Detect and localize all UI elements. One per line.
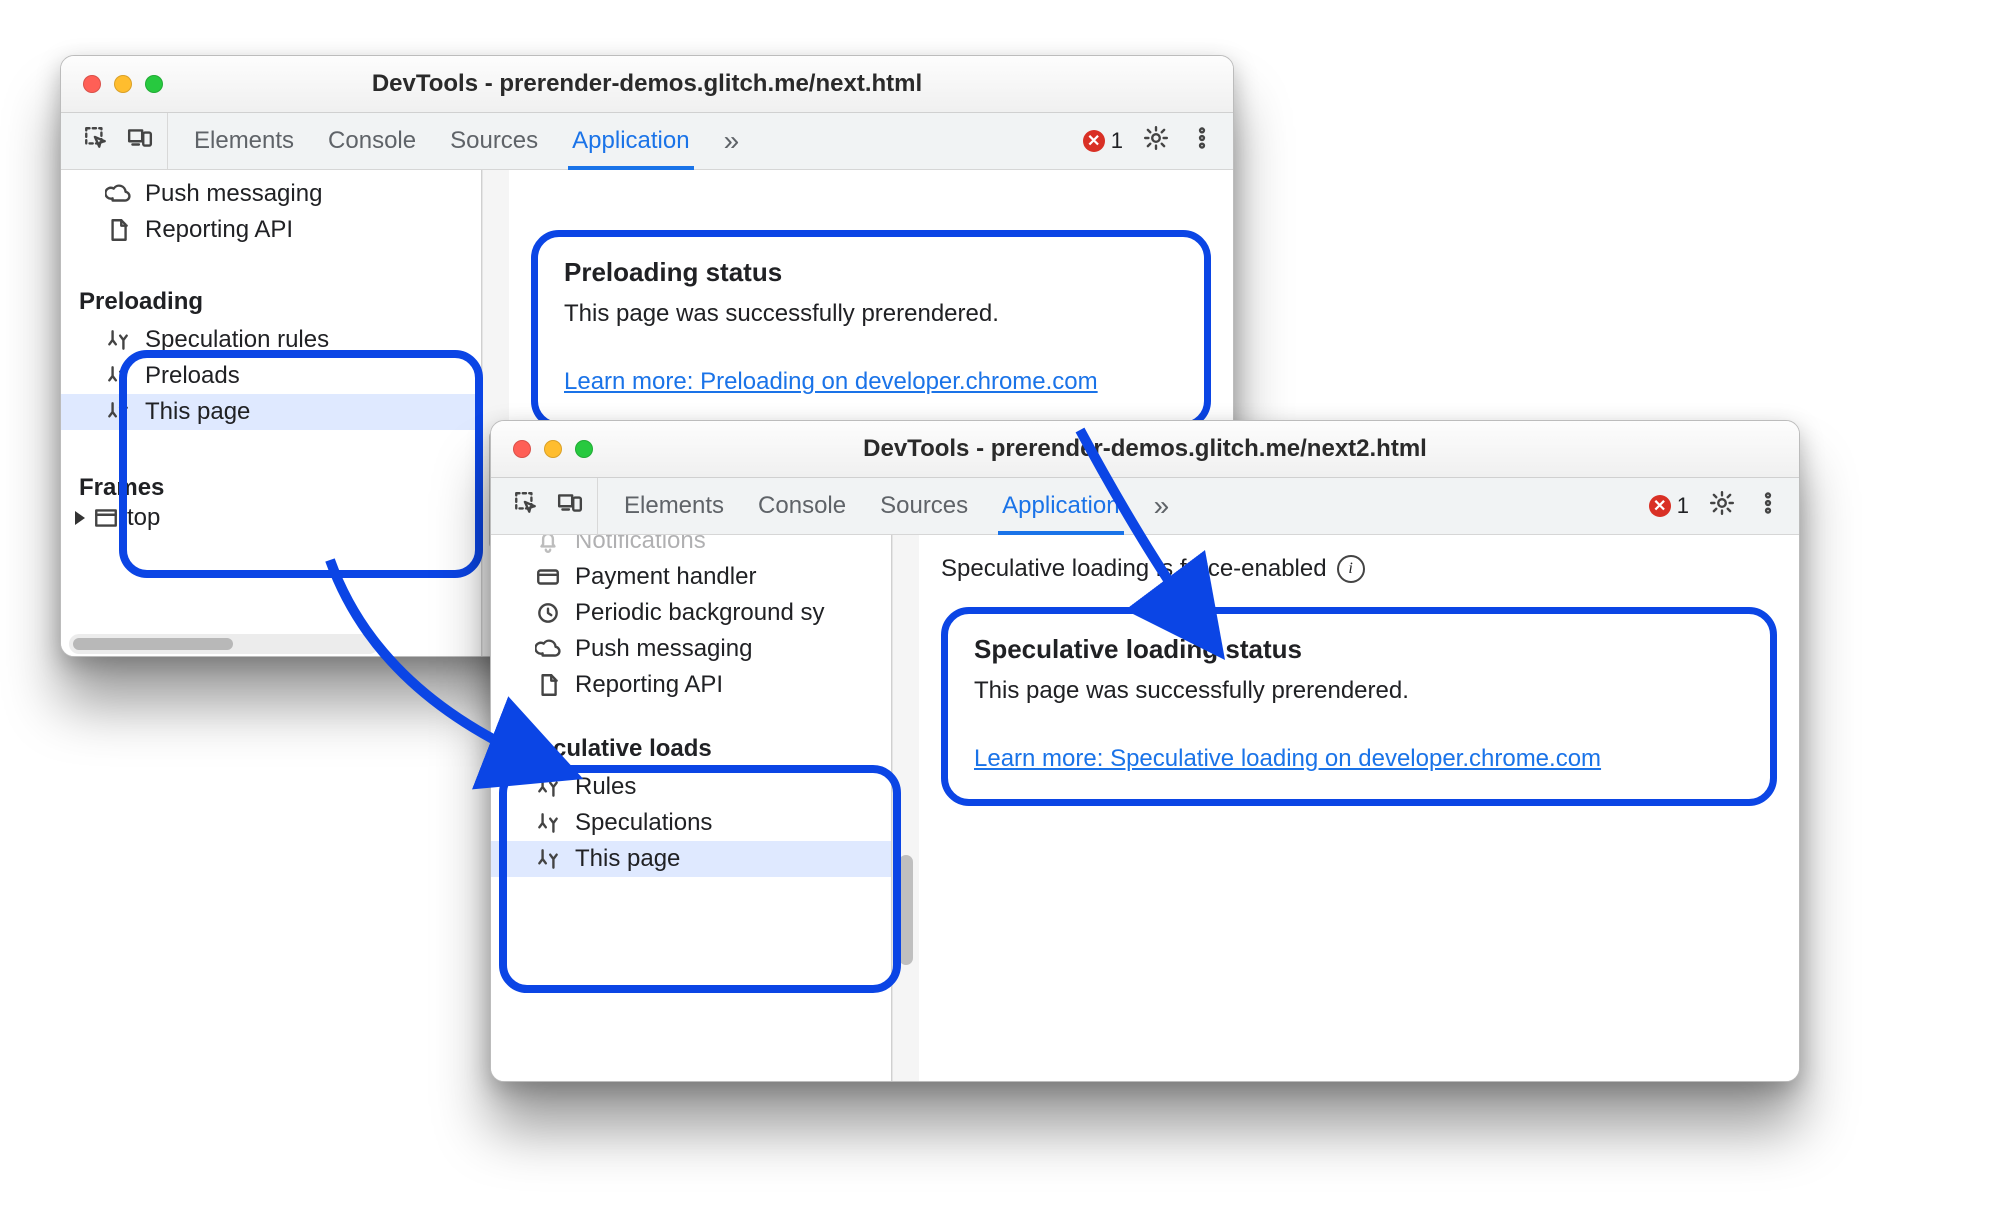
tab-console[interactable]: Console — [328, 127, 416, 155]
learn-more-link[interactable]: Learn more: Speculative loading on devel… — [974, 745, 1601, 772]
learn-more-link[interactable]: Learn more: Preloading on developer.chro… — [564, 368, 1098, 395]
sidebar-section-speculative: Speculative loads — [491, 725, 891, 769]
errors-badge[interactable]: ✕1 — [1649, 493, 1689, 519]
sidebar-item-periodic[interactable]: Periodic background sy — [491, 595, 891, 631]
content-pane: Speculative loading is force-enabled i S… — [919, 535, 1799, 1082]
settings-icon[interactable] — [1143, 125, 1169, 158]
settings-icon[interactable] — [1709, 490, 1735, 523]
status-line: Speculative loading is force-enabled — [941, 555, 1327, 583]
tabs-overflow-icon[interactable]: » — [724, 125, 740, 157]
sidebar-item-rules[interactable]: Rules — [491, 769, 891, 805]
sidebar-item-this-page[interactable]: This page — [491, 841, 891, 877]
tab-elements[interactable]: Elements — [194, 127, 294, 155]
speculative-status-panel: Speculative loading status This page was… — [941, 607, 1777, 806]
sidebar: Push messaging Reporting API Preloading … — [61, 170, 482, 657]
more-icon[interactable] — [1189, 125, 1215, 158]
info-icon[interactable]: i — [1337, 555, 1365, 583]
sidebar-item-payment[interactable]: Payment handler — [491, 559, 891, 595]
window-title: DevTools - prerender-demos.glitch.me/nex… — [61, 70, 1233, 98]
tabs-overflow-icon[interactable]: » — [1154, 490, 1170, 522]
sidebar-item-reporting[interactable]: Reporting API — [61, 212, 481, 248]
panel-heading: Speculative loading status — [974, 634, 1744, 665]
tab-console[interactable]: Console — [758, 492, 846, 520]
sidebar-item-push[interactable]: Push messaging — [491, 631, 891, 667]
sidebar-frame-top[interactable]: top — [61, 504, 481, 538]
inspect-icon[interactable] — [513, 490, 539, 523]
sidebar: Notifications Payment handler Periodic b… — [491, 535, 892, 1082]
chevron-right-icon — [75, 511, 85, 525]
panel-body: This page was successfully prerendered. — [564, 300, 1178, 328]
tab-elements[interactable]: Elements — [624, 492, 724, 520]
device-icon[interactable] — [557, 490, 583, 523]
panel-heading: Preloading status — [564, 257, 1178, 288]
panel-body: This page was successfully prerendered. — [974, 677, 1744, 705]
sidebar-section-frames: Frames — [61, 460, 481, 504]
tab-application[interactable]: Application — [1002, 492, 1119, 520]
tab-sources[interactable]: Sources — [450, 127, 538, 155]
tab-application[interactable]: Application — [572, 127, 689, 155]
sidebar-item-preloads[interactable]: Preloads — [61, 358, 481, 394]
preloading-status-panel: Preloading status This page was successf… — [531, 230, 1211, 429]
window-title: DevTools - prerender-demos.glitch.me/nex… — [491, 435, 1799, 463]
device-icon[interactable] — [127, 125, 153, 158]
vertical-scrollbar[interactable] — [892, 535, 919, 1082]
tabbar: Elements Console Sources Application » ✕… — [61, 113, 1233, 170]
sidebar-item-push[interactable]: Push messaging — [61, 176, 481, 212]
sidebar-item-this-page[interactable]: This page — [61, 394, 481, 430]
devtools-window-new: DevTools - prerender-demos.glitch.me/nex… — [490, 420, 1800, 1082]
titlebar[interactable]: DevTools - prerender-demos.glitch.me/nex… — [491, 421, 1799, 478]
sidebar-item-speculations[interactable]: Speculations — [491, 805, 891, 841]
sidebar-item-reporting[interactable]: Reporting API — [491, 667, 891, 703]
sidebar-item-notifications[interactable]: Notifications — [491, 535, 891, 559]
inspect-icon[interactable] — [83, 125, 109, 158]
sidebar-section-preloading: Preloading — [61, 278, 481, 322]
more-icon[interactable] — [1755, 490, 1781, 523]
titlebar[interactable]: DevTools - prerender-demos.glitch.me/nex… — [61, 56, 1233, 113]
sidebar-scrollbar[interactable] — [69, 634, 379, 654]
sidebar-item-speculation-rules[interactable]: Speculation rules — [61, 322, 481, 358]
errors-badge[interactable]: ✕1 — [1083, 128, 1123, 154]
tabbar: Elements Console Sources Application » ✕… — [491, 478, 1799, 535]
tab-sources[interactable]: Sources — [880, 492, 968, 520]
